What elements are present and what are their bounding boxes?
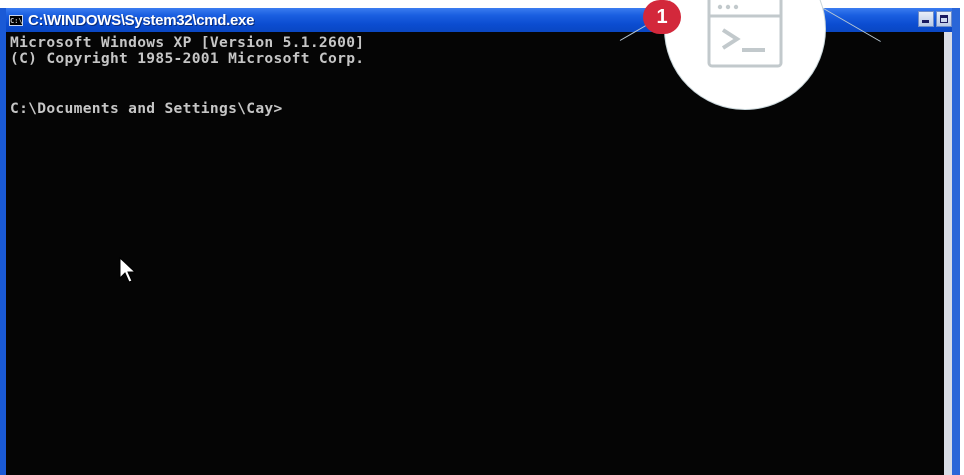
console-line: (C) Copyright 1985-2001 Microsoft Corp. — [10, 50, 365, 67]
screenshot-stage: C:\ C:\WINDOWS\System32\cmd.exe Microsof… — [0, 0, 964, 475]
maximize-button[interactable] — [936, 11, 952, 27]
terminal-icon — [707, 0, 783, 68]
window-title: C:\WINDOWS\System32\cmd.exe — [28, 11, 255, 29]
cmd-app-icon[interactable]: C:\ — [9, 14, 23, 26]
window-controls — [918, 11, 952, 27]
mouse-pointer-icon — [119, 257, 137, 283]
scrollbar[interactable] — [944, 32, 952, 475]
console-line: Microsoft Windows XP [Version 5.1.2600] — [10, 34, 365, 51]
minimize-button[interactable] — [918, 11, 934, 27]
console-output[interactable]: Microsoft Windows XP [Version 5.1.2600] … — [6, 32, 952, 475]
step-number-badge: 1 — [643, 0, 681, 34]
cmd-window[interactable]: C:\ C:\WINDOWS\System32\cmd.exe Microsof… — [0, 8, 960, 475]
command-prompt: C:\Documents and Settings\Cay> — [10, 100, 283, 117]
